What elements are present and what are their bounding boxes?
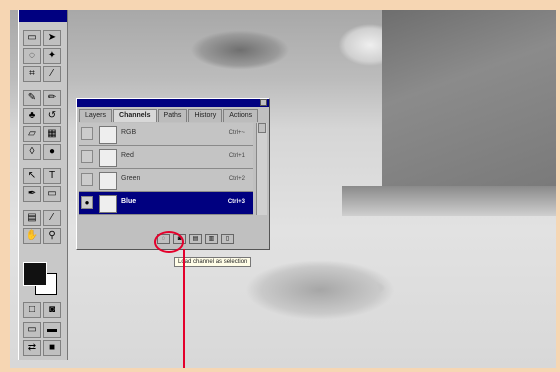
tab-layers[interactable]: Layers xyxy=(79,109,113,122)
channel-thumbnail xyxy=(99,172,117,190)
channel-row-rgb[interactable]: RGB Ctrl+~ xyxy=(79,123,253,146)
crop-tool-icon[interactable]: ⌗ xyxy=(23,66,41,82)
quick-mask-mode-icon[interactable]: ◙ xyxy=(43,302,61,318)
palette-scrollbar[interactable] xyxy=(256,123,267,215)
screen-mode-standard-icon[interactable]: ▭ xyxy=(23,322,41,338)
tooltip: Load channel as selection xyxy=(174,257,252,267)
channels-palette: Layers Channels Paths History Actions RG… xyxy=(76,98,270,250)
callout-pointer-line xyxy=(183,249,185,368)
type-tool-icon[interactable]: T xyxy=(43,168,61,184)
tab-channels[interactable]: Channels xyxy=(113,109,157,122)
channel-name: Green xyxy=(121,175,141,182)
visibility-toggle-icon[interactable] xyxy=(81,173,93,186)
move-tool-icon[interactable]: ➤ xyxy=(43,30,61,46)
eraser-tool-icon[interactable]: ▱ xyxy=(23,126,41,142)
standard-mode-icon[interactable]: □ xyxy=(23,302,41,318)
foreground-color-swatch[interactable] xyxy=(23,262,47,286)
tools-titlebar[interactable] xyxy=(19,10,67,22)
scroll-up-arrow-icon[interactable] xyxy=(258,123,266,133)
delete-channel-icon[interactable]: ▥ xyxy=(205,234,218,244)
channel-row-green[interactable]: Green Ctrl+2 xyxy=(79,169,253,192)
tools-palette: ▭ ➤ ◌ ✦ ⌗ ⁄ ✎ ✏ ♣ ↺ ▱ ▦ ◊ ● ↖ T ✒ ▭ ▤ ⁄ … xyxy=(18,10,68,360)
brush-tool-icon[interactable]: ✎ xyxy=(23,90,41,106)
channel-thumbnail xyxy=(99,195,117,213)
jump-to-app-icon[interactable]: ⇄ xyxy=(23,340,41,356)
eyedropper-tool-icon[interactable]: ⁄ xyxy=(43,210,61,226)
palette-tabs: Layers Channels Paths History Actions xyxy=(79,109,265,122)
shape-tool-icon[interactable]: ▭ xyxy=(43,186,61,202)
wall-area xyxy=(342,10,556,216)
channel-shortcut: Ctrl+2 xyxy=(228,176,245,182)
channel-row-red[interactable]: Red Ctrl+1 xyxy=(79,146,253,169)
channel-thumbnail xyxy=(99,126,117,144)
path-selection-tool-icon[interactable]: ↖ xyxy=(23,168,41,184)
visibility-toggle-icon[interactable] xyxy=(81,150,93,163)
channel-list: RGB Ctrl+~ Red Ctrl+1 Green Ctrl+2 ● Blu… xyxy=(79,123,253,215)
slice-tool-icon[interactable]: ⁄ xyxy=(43,66,61,82)
blur-tool-icon[interactable]: ◊ xyxy=(23,144,41,160)
highlight-circle xyxy=(154,231,184,253)
channel-name: Red xyxy=(121,152,134,159)
screenshot-frame: ▭ ➤ ◌ ✦ ⌗ ⁄ ✎ ✏ ♣ ↺ ▱ ▦ ◊ ● ↖ T ✒ ▭ ▤ ⁄ … xyxy=(10,10,556,368)
magic-wand-tool-icon[interactable]: ✦ xyxy=(43,48,61,64)
channel-name: RGB xyxy=(121,129,137,136)
channel-name: Blue xyxy=(121,198,137,205)
notes-tool-icon[interactable]: ▤ xyxy=(23,210,41,226)
dodge-tool-icon[interactable]: ● xyxy=(43,144,61,160)
channel-shortcut: Ctrl+3 xyxy=(227,199,245,205)
tab-actions[interactable]: Actions xyxy=(223,109,259,122)
visibility-toggle-icon[interactable]: ● xyxy=(81,196,93,209)
visibility-toggle-icon[interactable] xyxy=(81,127,93,140)
tab-paths[interactable]: Paths xyxy=(157,109,188,122)
clone-stamp-tool-icon[interactable]: ♣ xyxy=(23,108,41,124)
zoom-tool-icon[interactable]: ⚲ xyxy=(43,228,61,244)
marquee-tool-icon[interactable]: ▭ xyxy=(23,30,41,46)
figure-shadow xyxy=(245,260,395,320)
history-brush-tool-icon[interactable]: ↺ xyxy=(43,108,61,124)
pen-tool-icon[interactable]: ✒ xyxy=(23,186,41,202)
gradient-tool-icon[interactable]: ▦ xyxy=(43,126,61,142)
channel-row-blue[interactable]: ● Blue Ctrl+3 xyxy=(79,192,253,215)
lasso-tool-icon[interactable]: ◌ xyxy=(23,48,41,64)
channel-shortcut: Ctrl+~ xyxy=(228,130,245,136)
channel-thumbnail xyxy=(99,149,117,167)
pencil-tool-icon[interactable]: ✏ xyxy=(43,90,61,106)
close-icon[interactable] xyxy=(260,99,267,106)
trash-icon[interactable]: ▯ xyxy=(221,234,234,244)
screen-mode-full-icon[interactable]: ▬ xyxy=(43,322,61,338)
channel-shortcut: Ctrl+1 xyxy=(228,153,245,159)
new-channel-icon[interactable]: ▤ xyxy=(189,234,202,244)
palette-titlebar[interactable] xyxy=(77,99,269,107)
hand-tool-icon[interactable]: ✋ xyxy=(23,228,41,244)
screen-mode-menu-icon[interactable]: ■ xyxy=(43,340,61,356)
tab-history[interactable]: History xyxy=(188,109,223,122)
